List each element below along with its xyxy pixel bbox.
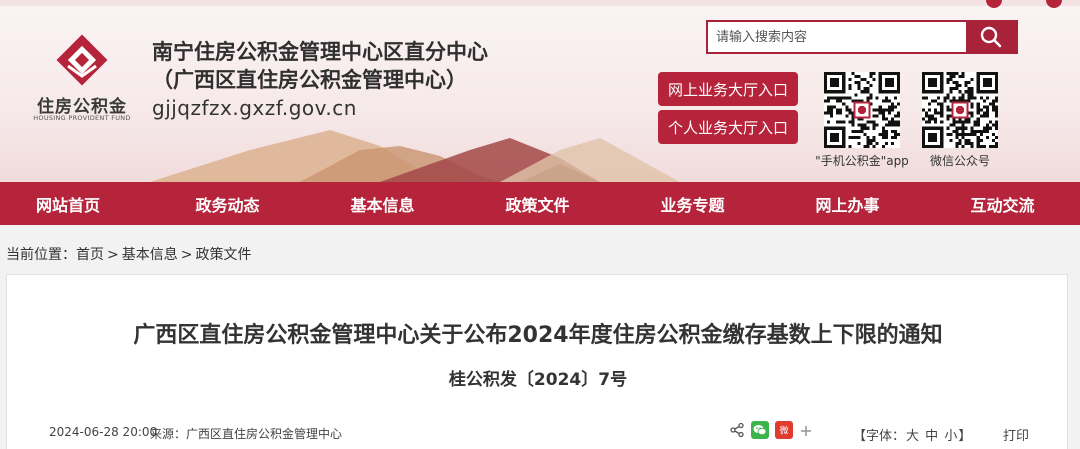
logo-mark-icon bbox=[56, 34, 108, 86]
breadcrumb-separator: > bbox=[180, 247, 193, 263]
share-icon[interactable] bbox=[729, 422, 745, 442]
font-size-medium[interactable]: 中 bbox=[925, 429, 938, 444]
search-input[interactable] bbox=[708, 22, 966, 52]
wechat-qr-code bbox=[922, 72, 998, 148]
breadcrumb-prefix: 当前位置： bbox=[6, 247, 76, 263]
font-size-control: 【字体：大 中 小】 bbox=[853, 425, 971, 444]
article-source: 来源：广西区直住房公积金管理中心 bbox=[150, 425, 342, 442]
nav-item-online-services[interactable]: 网上办事 bbox=[770, 182, 925, 225]
source-name: 广西区直住房公积金管理中心 bbox=[186, 427, 343, 441]
nav-item-home[interactable]: 网站首页 bbox=[0, 182, 150, 225]
breadcrumb-policy[interactable]: 政策文件 bbox=[195, 247, 251, 263]
site-header: 住房公积金 HOUSING PROVIDENT FUND 南宁住房公积金管理中心… bbox=[0, 0, 1080, 182]
share-bar: 微 bbox=[729, 421, 813, 443]
weibo-icon[interactable]: 微 bbox=[775, 421, 793, 443]
font-label-open: 【字体： bbox=[853, 429, 906, 444]
nav-item-interaction[interactable]: 互动交流 bbox=[925, 182, 1080, 225]
publish-date: 2024-06-28 20:00 bbox=[49, 425, 158, 439]
weibo-icon-text: 微 bbox=[779, 425, 788, 437]
breadcrumb-basic-info[interactable]: 基本信息 bbox=[122, 247, 178, 263]
article-title: 广西区直住房公积金管理中心关于公布2024年度住房公积金缴存基数上下限的通知 bbox=[133, 323, 943, 348]
source-label: 来源： bbox=[150, 427, 187, 441]
search-button[interactable] bbox=[966, 22, 1016, 52]
nav-item-business[interactable]: 业务专题 bbox=[615, 182, 770, 225]
wechat-icon[interactable] bbox=[751, 421, 769, 443]
breadcrumb-home[interactable]: 首页 bbox=[76, 247, 104, 263]
document-number: 桂公积发〔2024〕7号 bbox=[448, 370, 628, 390]
font-size-small[interactable]: 小 bbox=[944, 429, 957, 444]
personal-business-hall-button[interactable]: 个人业务大厅入口 bbox=[658, 110, 798, 144]
article-panel: 广西区直住房公积金管理中心关于公布2024年度住房公积金缴存基数上下限的通知 桂… bbox=[6, 274, 1068, 449]
font-label-close: 】 bbox=[958, 429, 972, 444]
site-url: gjjqzfzx.gxzf.gov.cn bbox=[152, 96, 357, 120]
app-qr-code bbox=[824, 72, 900, 148]
logo-english-name: HOUSING PROVIDENT FUND bbox=[33, 114, 131, 122]
nav-item-policy[interactable]: 政策文件 bbox=[460, 182, 615, 225]
wechat-qr-label: 微信公众号 bbox=[929, 154, 990, 168]
nav-item-basic-info[interactable]: 基本信息 bbox=[305, 182, 460, 225]
site-title: 南宁住房公积金管理中心区直分中心 bbox=[152, 40, 488, 64]
print-button[interactable]: 打印 bbox=[1003, 425, 1029, 444]
search-box bbox=[706, 20, 1018, 54]
site-logo[interactable]: 住房公积金 HOUSING PROVIDENT FUND bbox=[22, 30, 142, 130]
site-subtitle: （广西区直住房公积金管理中心） bbox=[152, 68, 467, 92]
breadcrumb-separator: > bbox=[107, 247, 119, 263]
search-icon bbox=[980, 26, 1002, 48]
app-qr-label: "手机公积金"app bbox=[815, 154, 909, 168]
online-business-hall-button[interactable]: 网上业务大厅入口 bbox=[658, 72, 798, 106]
nav-item-news[interactable]: 政务动态 bbox=[150, 182, 305, 225]
plus-icon[interactable] bbox=[799, 423, 813, 442]
breadcrumb: 当前位置：首页 > 基本信息 > 政策文件 bbox=[6, 244, 251, 264]
main-nav: 网站首页 政务动态 基本信息 政策文件 业务专题 网上办事 互动交流 bbox=[0, 182, 1080, 225]
font-size-large[interactable]: 大 bbox=[906, 429, 919, 444]
